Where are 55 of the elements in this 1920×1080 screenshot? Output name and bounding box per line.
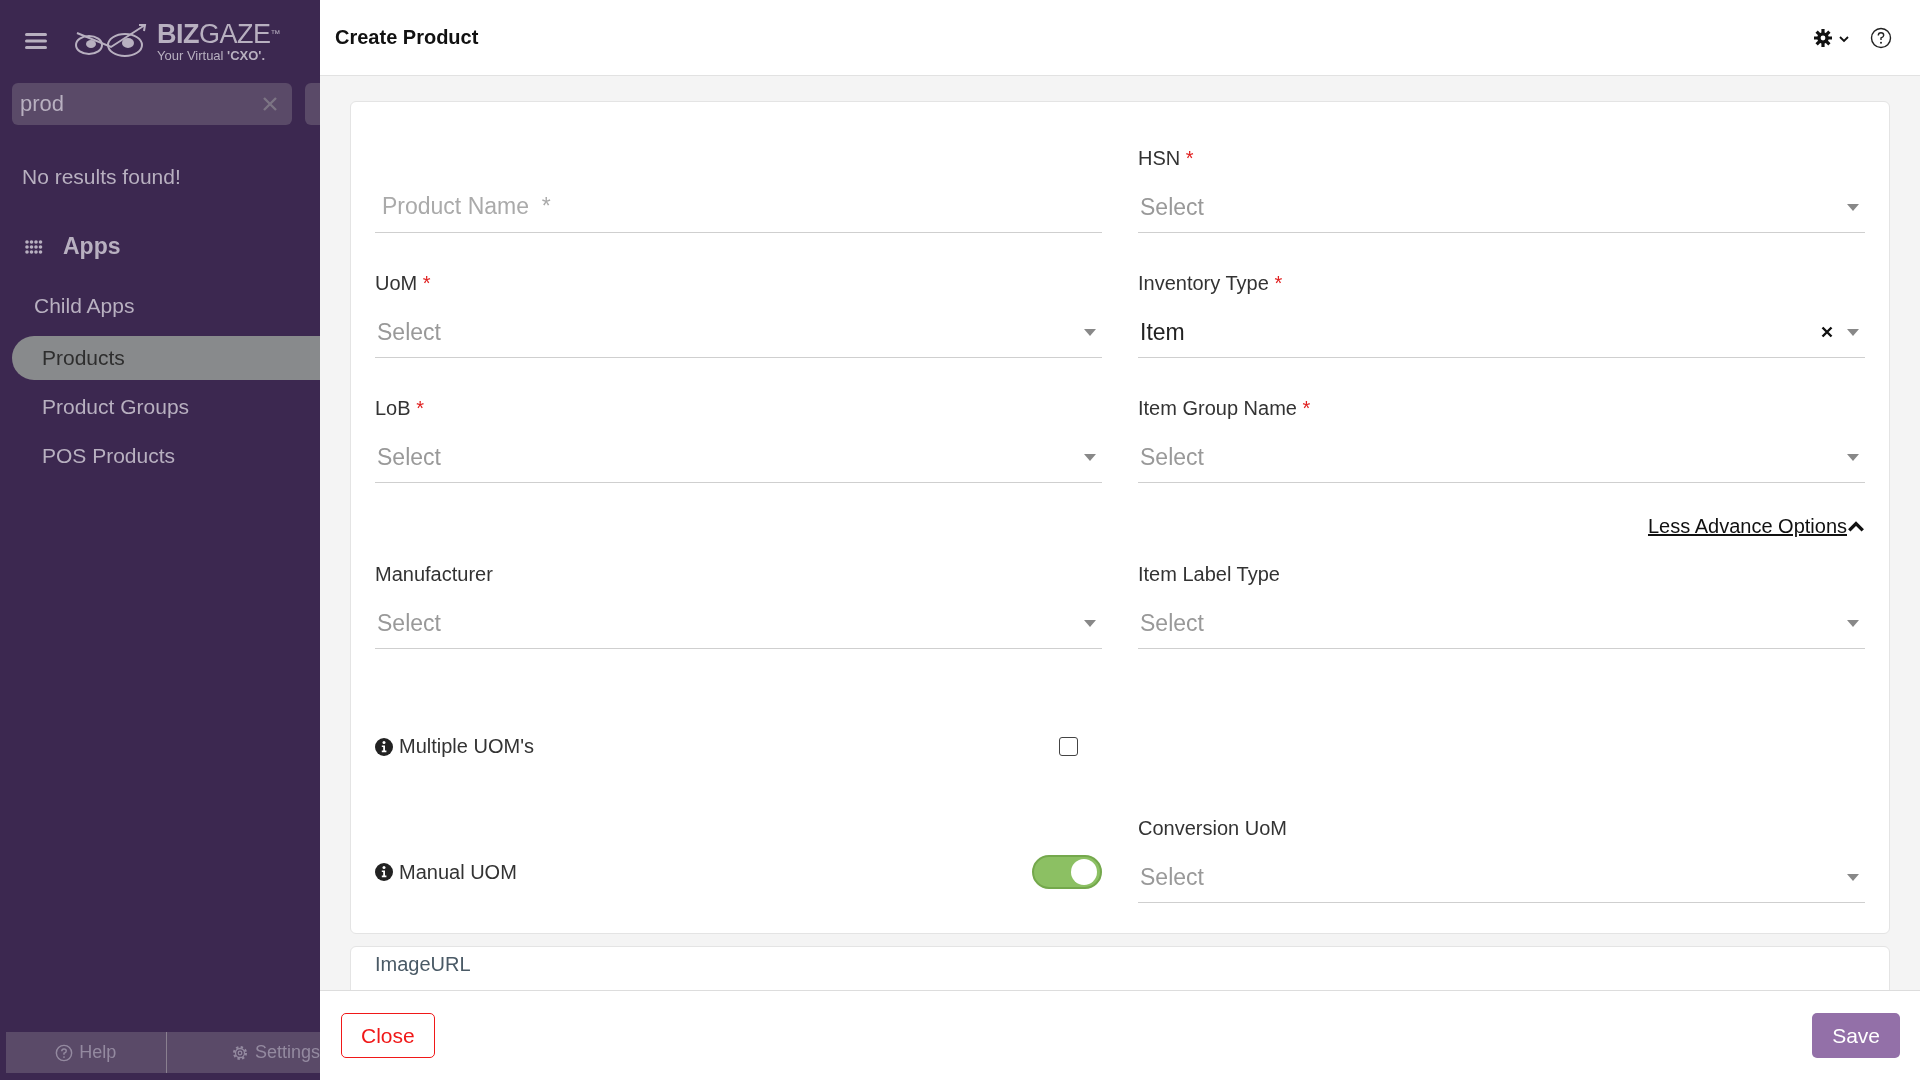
nav-group[interactable]: Child Apps bbox=[0, 260, 320, 318]
field-label: LoB * bbox=[375, 396, 424, 421]
no-results-message: No results found! bbox=[21, 164, 182, 189]
field-label: Manufacturer bbox=[375, 562, 493, 587]
info-icon bbox=[375, 737, 393, 756]
field-label: Item Label Type bbox=[1138, 562, 1280, 587]
apps-grid-icon bbox=[25, 239, 43, 254]
close-button[interactable]: Close bbox=[341, 1013, 435, 1058]
select-field[interactable]: Item bbox=[1138, 307, 1865, 358]
field-label: Item Group Name * bbox=[1138, 396, 1311, 421]
help-button[interactable]: Help bbox=[6, 1032, 166, 1073]
nav-item[interactable]: Products bbox=[12, 336, 320, 380]
field-label: UoM * bbox=[375, 271, 431, 296]
option-label: Multiple UOM's bbox=[399, 735, 534, 758]
select-field[interactable]: Select bbox=[375, 432, 1102, 483]
caret-icon bbox=[1084, 453, 1096, 461]
select-field[interactable]: Select bbox=[375, 598, 1102, 649]
toggle-switch[interactable] bbox=[1032, 855, 1102, 889]
select-field[interactable]: Select bbox=[1138, 182, 1865, 233]
settings-dropdown-icon[interactable] bbox=[1814, 27, 1852, 48]
help-icon bbox=[55, 1043, 74, 1062]
nav-item[interactable]: POS Products bbox=[12, 434, 320, 478]
apps-heading: Apps bbox=[63, 233, 121, 260]
clear-icon[interactable] bbox=[1821, 326, 1833, 338]
caret-icon bbox=[1084, 619, 1096, 627]
field-label: ImageURL bbox=[375, 952, 472, 977]
save-button[interactable]: Save bbox=[1812, 1013, 1900, 1058]
search-field[interactable]: prod bbox=[12, 83, 292, 125]
caret-icon bbox=[1847, 328, 1859, 336]
settings-button[interactable]: Settings bbox=[165, 1032, 320, 1073]
nav-item[interactable]: Product Groups bbox=[12, 385, 320, 429]
product-name-field[interactable]: Product Name * bbox=[375, 180, 1102, 233]
advance-options-link[interactable]: Less Advance Options bbox=[1648, 515, 1865, 538]
field-label: HSN * bbox=[1138, 146, 1194, 171]
info-icon bbox=[375, 863, 393, 881]
select-field[interactable]: Select bbox=[1138, 852, 1865, 903]
caret-icon bbox=[1847, 453, 1859, 461]
brand-name: BIZGAZE$^{™}$ bbox=[157, 19, 280, 48]
checkbox[interactable] bbox=[1059, 737, 1078, 756]
brand-tagline: Your Virtual 'CXO'. bbox=[157, 47, 267, 63]
field-label: Conversion UoM bbox=[1138, 816, 1287, 841]
caret-icon bbox=[1847, 873, 1859, 881]
page-title: Create Product bbox=[335, 26, 479, 49]
caret-icon bbox=[1847, 619, 1859, 627]
select-field[interactable]: Select bbox=[1138, 432, 1865, 483]
select-field[interactable]: Select bbox=[1138, 598, 1865, 649]
caret-icon bbox=[1084, 328, 1096, 336]
settings-icon bbox=[230, 1043, 249, 1062]
help-icon[interactable] bbox=[1870, 26, 1892, 49]
select-field[interactable]: Select bbox=[375, 307, 1102, 358]
caret-icon bbox=[1847, 203, 1859, 211]
field-label: Inventory Type * bbox=[1138, 271, 1283, 296]
menu-icon[interactable] bbox=[25, 32, 47, 50]
chevron-icon bbox=[1847, 520, 1865, 533]
option-label: Manual UOM bbox=[399, 860, 517, 884]
